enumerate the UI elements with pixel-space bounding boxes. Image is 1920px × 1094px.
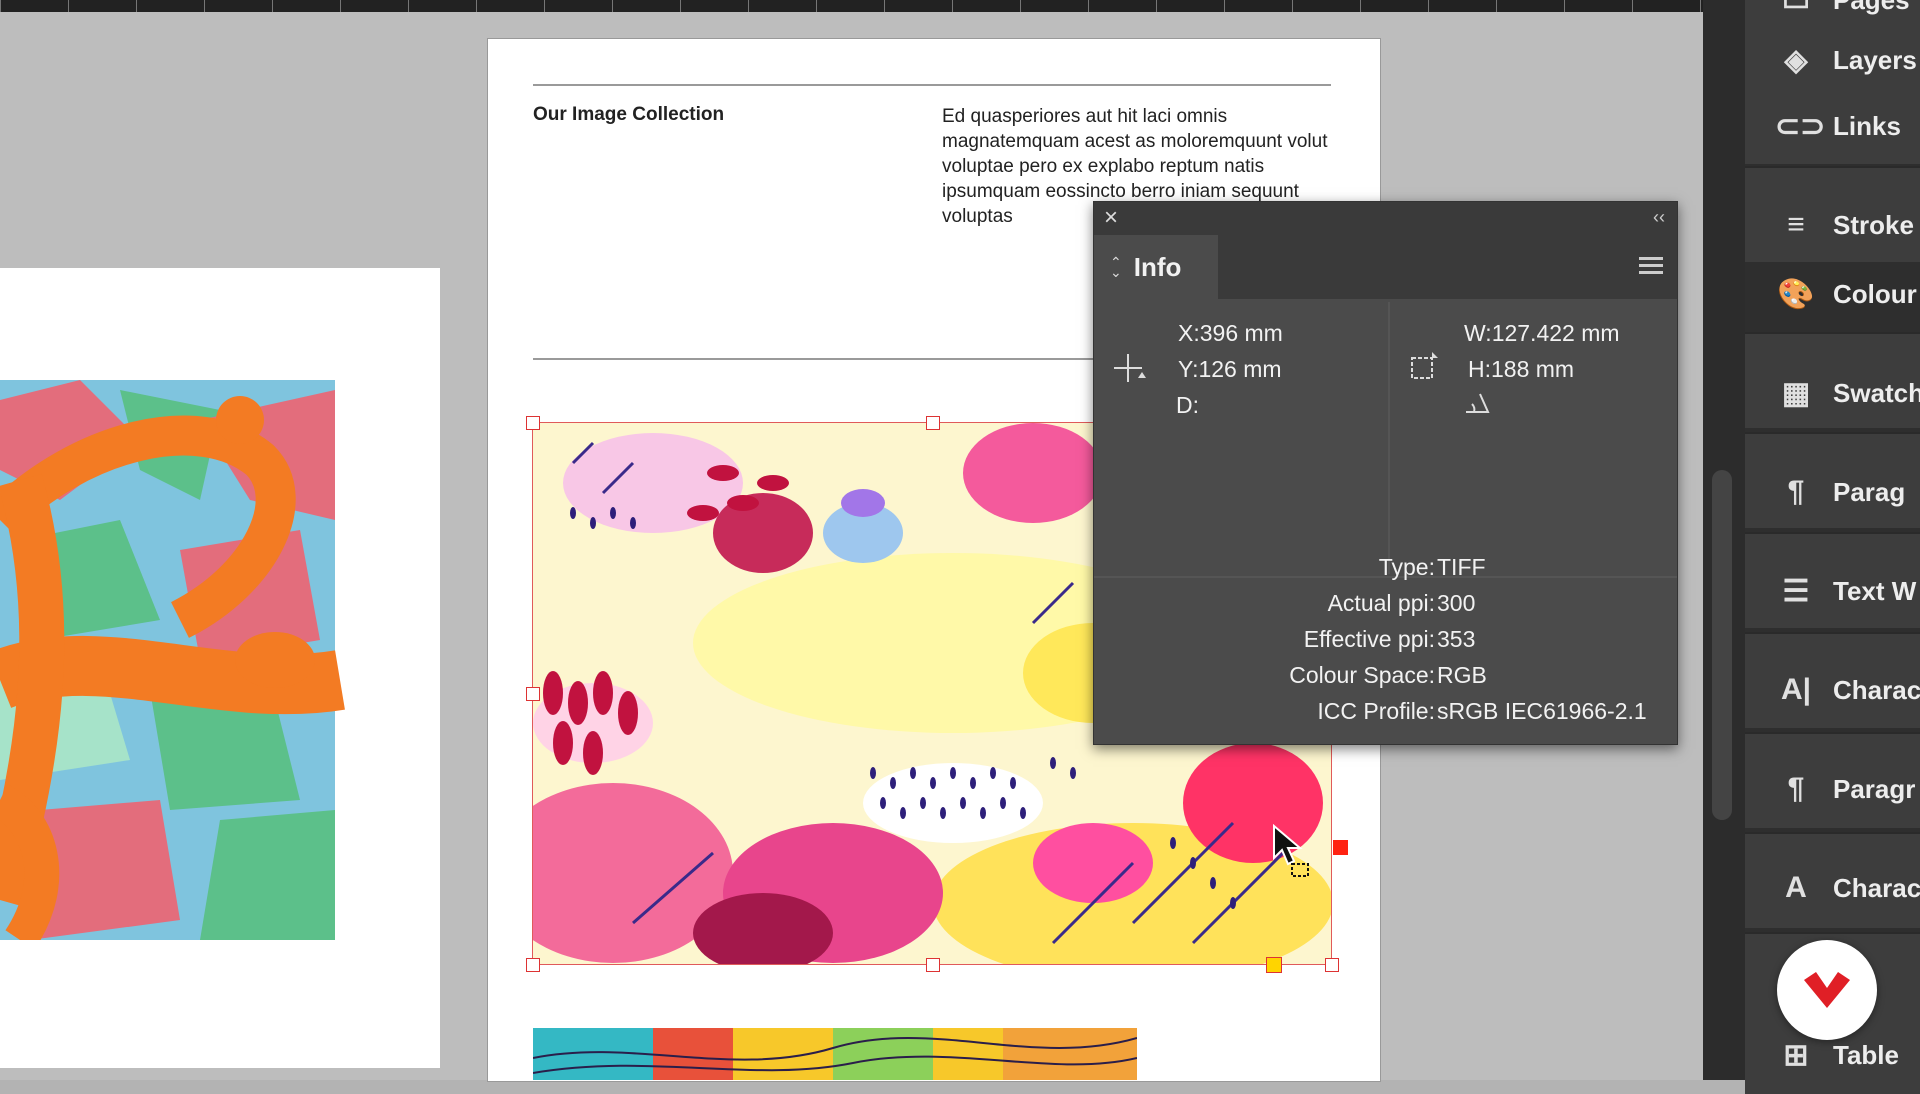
stroke-icon: ≡ xyxy=(1787,208,1805,241)
x-value: 396 mm xyxy=(1199,320,1283,346)
dock-paragraph-styles-label: Paragr xyxy=(1833,773,1916,804)
dock-text-wrap-label: Text W xyxy=(1833,575,1917,606)
dimensions-icon xyxy=(1411,352,1438,379)
dock-links-label: Links xyxy=(1833,110,1901,141)
dock-swatches-label: Swatch xyxy=(1833,377,1920,408)
close-icon[interactable]: × xyxy=(1104,204,1118,232)
watermark-badge xyxy=(1777,940,1877,1040)
panel-dock: ▭ Pages ◈ Layers ⊂⊃Links ≡ Stroke 🎨 Colour ▦… xyxy=(1745,0,1920,1094)
text-wrap-icon: ☰ xyxy=(1782,574,1810,608)
collection-heading[interactable]: Our Image Collection xyxy=(533,104,724,126)
dock-colour-label: Colour xyxy=(1833,278,1917,309)
icc-profile-label: ICC Profile: xyxy=(1317,698,1435,724)
swatches-icon: ▦ xyxy=(1781,376,1811,410)
dock-swatches[interactable]: ▦ Swatch xyxy=(1775,373,1920,413)
handle-top-center[interactable] xyxy=(926,416,940,430)
colour-space-row: Colour Space: xyxy=(1289,662,1435,689)
table-icon: ⊞ xyxy=(1783,1038,1809,1072)
character-styles-icon: A xyxy=(1785,871,1807,904)
dock-character-label: Charac xyxy=(1833,674,1920,705)
w-value: 127.422 mm xyxy=(1491,320,1620,346)
links-icon: ⊂⊃ xyxy=(1775,109,1826,143)
dock-pages[interactable]: ▭ Pages xyxy=(1775,0,1910,20)
dock-colour[interactable]: 🎨 Colour xyxy=(1775,274,1917,314)
height-value-row: H:188 mm xyxy=(1468,356,1574,383)
y-label: Y: xyxy=(1178,356,1199,382)
y-position: Y:126 mm xyxy=(1178,356,1282,383)
crosshair-icon xyxy=(1114,354,1146,382)
dock-layers[interactable]: ◈ Layers xyxy=(1775,40,1917,80)
panel-tab-bar: ⌃ ⌄ Info xyxy=(1094,235,1677,299)
h-label: H: xyxy=(1468,356,1491,382)
icc-profile-row: ICC Profile: xyxy=(1317,698,1435,725)
type-value: TIFF xyxy=(1437,554,1486,580)
angle-icon xyxy=(1466,393,1490,413)
left-artwork-image[interactable] xyxy=(0,380,360,940)
frame-edit-handle[interactable] xyxy=(1266,957,1282,973)
tab-info[interactable]: ⌃ ⌄ Info xyxy=(1094,235,1218,299)
tab-sort-icon[interactable]: ⌃ ⌄ xyxy=(1110,255,1122,279)
dock-character-styles[interactable]: A Charac xyxy=(1775,868,1920,908)
actual-ppi-row: Actual ppi: xyxy=(1328,590,1435,617)
pages-icon: ▭ xyxy=(1781,0,1811,17)
colour-space-value: RGB xyxy=(1437,662,1487,688)
handle-bottom-center[interactable] xyxy=(926,958,940,972)
handle-middle-left[interactable] xyxy=(526,687,540,701)
handle-top-left[interactable] xyxy=(526,416,540,430)
actual-ppi-label: Actual ppi: xyxy=(1327,590,1435,616)
collapse-panel-icon[interactable]: ‹‹ xyxy=(1653,207,1665,228)
dock-stroke[interactable]: ≡ Stroke xyxy=(1775,205,1914,245)
type-row: Type: xyxy=(1379,554,1435,581)
colour-space-label: Colour Space: xyxy=(1289,662,1435,688)
panel-menu-icon[interactable] xyxy=(1639,257,1663,278)
effective-ppi-label: Effective ppi: xyxy=(1303,626,1435,652)
horizontal-ruler[interactable] xyxy=(0,0,1703,12)
dock-paragraph-styles[interactable]: ¶ Paragr xyxy=(1775,769,1916,809)
handle-bottom-left[interactable] xyxy=(526,958,540,972)
actual-ppi-value: 300 xyxy=(1437,590,1476,616)
effective-ppi-row: Effective ppi: xyxy=(1304,626,1435,653)
dock-table-label: Table xyxy=(1833,1039,1899,1070)
h-value: 188 mm xyxy=(1491,356,1575,382)
mouse-pointer xyxy=(1272,823,1312,885)
character-icon: A| xyxy=(1780,673,1812,706)
d-label: D: xyxy=(1176,392,1199,418)
handle-bottom-right[interactable] xyxy=(1325,958,1339,972)
dock-text-wrap[interactable]: ☰ Text W xyxy=(1775,571,1917,611)
paragraph-styles-icon: ¶ xyxy=(1787,772,1805,805)
tab-info-label: Info xyxy=(1133,251,1182,282)
x-label: X: xyxy=(1178,320,1200,346)
dock-table[interactable]: ⊞ Table xyxy=(1775,1035,1899,1075)
y-value: 126 mm xyxy=(1198,356,1282,382)
dock-pages-label: Pages xyxy=(1833,0,1910,16)
out-port-handle[interactable] xyxy=(1333,840,1348,855)
colour-icon: 🎨 xyxy=(1777,277,1815,311)
x-position: X:396 mm xyxy=(1178,320,1283,347)
icc-profile-value: sRGB IEC61966-2.1 xyxy=(1437,698,1647,724)
distance-readout: D: xyxy=(1176,392,1199,419)
top-rule xyxy=(533,84,1331,86)
panel-column-divider xyxy=(1388,302,1390,574)
dock-character-styles-label: Charac xyxy=(1833,872,1920,903)
effective-ppi-value: 353 xyxy=(1437,626,1476,652)
second-image-frame[interactable] xyxy=(533,1028,1137,1080)
dock-paragraph[interactable]: ¶ Parag xyxy=(1775,472,1906,512)
w-label: W: xyxy=(1464,320,1492,346)
dock-layers-label: Layers xyxy=(1833,44,1917,75)
width-value-row: W:127.422 mm xyxy=(1464,320,1620,347)
dock-stroke-label: Stroke xyxy=(1833,209,1914,240)
type-label: Type: xyxy=(1378,554,1435,580)
dock-character[interactable]: A| Charac xyxy=(1775,670,1920,710)
dock-paragraph-label: Parag xyxy=(1833,476,1906,507)
layers-icon: ◈ xyxy=(1784,43,1808,77)
brand-logo-icon xyxy=(1804,972,1850,1008)
dock-links[interactable]: ⊂⊃ Links xyxy=(1775,106,1901,146)
panel-title-bar[interactable]: × ‹‹ xyxy=(1094,202,1677,235)
info-panel[interactable]: × ‹‹ ⌃ ⌄ Info X:396 mm Y:126 mm D: W:127.… xyxy=(1093,201,1678,745)
paragraph-icon: ¶ xyxy=(1787,475,1805,508)
dock-scrollbar[interactable] xyxy=(1712,470,1732,820)
